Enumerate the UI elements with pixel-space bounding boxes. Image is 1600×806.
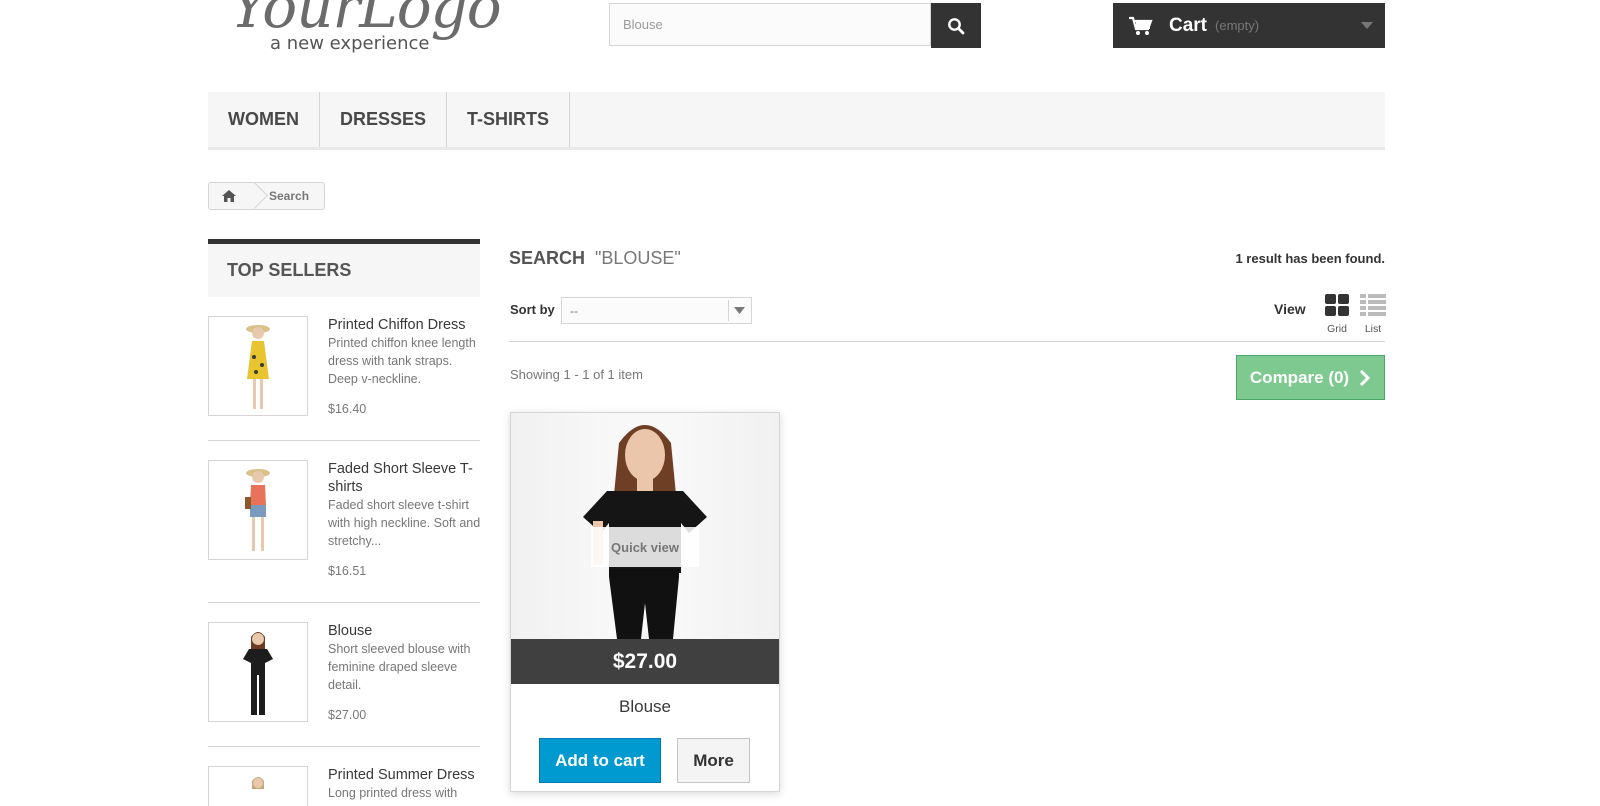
result-count: 1 result has been found.	[1235, 251, 1385, 266]
page-title: Search "Blouse"	[509, 248, 681, 269]
top-seller-name[interactable]: Printed Chiffon Dress	[328, 316, 483, 334]
search-input[interactable]	[609, 3, 931, 46]
sort-select-value: --	[570, 303, 578, 318]
chevron-down-icon	[728, 300, 749, 321]
product-thumbnail[interactable]	[208, 460, 308, 560]
menu-item-women[interactable]: Women	[208, 92, 320, 147]
sort-select[interactable]: --	[561, 297, 752, 324]
add-to-cart-button[interactable]: Add to cart	[539, 738, 661, 783]
top-seller-price: $16.40	[328, 402, 367, 416]
menu-item-tshirts[interactable]: T-shirts	[447, 92, 571, 147]
product-card: Quick view $27.00 Blouse Add to cart Mor…	[510, 412, 780, 792]
showing-count: Showing 1 - 1 of 1 item	[510, 367, 643, 382]
dress-figure-image	[252, 777, 264, 789]
home-icon	[222, 190, 236, 202]
view-label: View	[1274, 301, 1306, 317]
view-grid-label: Grid	[1327, 323, 1347, 335]
top-sellers-title[interactable]: Top sellers	[208, 239, 480, 297]
search-term: "Blouse"	[595, 248, 681, 268]
top-seller-price: $27.00	[328, 708, 367, 722]
cart-block[interactable]: Cart (empty)	[1113, 3, 1385, 48]
main-menu: Women Dresses T-shirts	[208, 92, 1385, 150]
top-seller-description: Short sleeved blouse with feminine drape…	[328, 642, 471, 692]
top-seller-item: Blouse Short sleeved blouse with feminin…	[208, 622, 480, 747]
chevron-right-icon	[1360, 369, 1371, 386]
chevron-down-icon	[1361, 22, 1373, 29]
view-list-button[interactable]: List	[1358, 294, 1388, 335]
cart-quantity: (empty)	[1215, 18, 1260, 33]
top-seller-name[interactable]: Printed Summer Dress	[328, 766, 483, 784]
blouse-figure-image	[243, 632, 273, 715]
site-logo[interactable]: YourLogo a new experience	[230, 0, 520, 58]
list-icon	[1360, 294, 1386, 316]
top-seller-description: Faded short sleeve t-shirt with high nec…	[328, 498, 481, 548]
view-grid-button[interactable]: Grid	[1322, 294, 1352, 335]
top-seller-item: Printed Chiffon Dress Printed chiffon kn…	[208, 316, 480, 441]
product-image[interactable]: Quick view	[511, 413, 779, 639]
search-icon	[948, 17, 965, 34]
top-seller-item: Faded Short Sleeve T-shirts Faded short …	[208, 460, 480, 603]
breadcrumb-separator	[249, 183, 263, 209]
compare-button[interactable]: Compare (0)	[1236, 355, 1385, 400]
blouse-model-image	[583, 425, 707, 639]
top-seller-name[interactable]: Faded Short Sleeve T-shirts	[328, 460, 483, 496]
dress-figure-image	[246, 325, 270, 409]
cart-label: Cart	[1169, 14, 1208, 36]
product-price: $27.00	[511, 639, 779, 684]
compare-label: Compare (0)	[1249, 367, 1350, 387]
top-seller-description: Printed chiffon knee length dress with t…	[328, 336, 476, 386]
logo-text: YourLogo	[230, 0, 502, 41]
top-seller-description: Long printed dress with	[328, 786, 458, 800]
breadcrumb: Search	[208, 182, 325, 210]
view-list-label: List	[1364, 323, 1382, 335]
product-thumbnail[interactable]	[208, 766, 308, 806]
top-seller-price: $16.51	[328, 564, 367, 578]
more-button[interactable]: More	[677, 738, 750, 783]
page-title-label: Search	[509, 248, 586, 268]
quick-view-button[interactable]: Quick view	[591, 527, 699, 567]
product-thumbnail[interactable]	[208, 622, 308, 722]
grid-icon	[1325, 294, 1349, 316]
product-thumbnail[interactable]	[208, 316, 308, 416]
top-seller-item: Printed Summer Dress Long printed dress …	[208, 766, 480, 806]
cart-icon	[1129, 16, 1153, 35]
menu-item-dresses[interactable]: Dresses	[320, 92, 448, 147]
search-button[interactable]	[931, 3, 981, 48]
sort-label: Sort by	[510, 302, 555, 317]
product-name[interactable]: Blouse	[511, 697, 779, 717]
logo-tagline: a new experience	[270, 33, 430, 54]
divider	[509, 341, 1385, 342]
tshirt-figure-image	[245, 469, 270, 551]
top-seller-name[interactable]: Blouse	[328, 622, 483, 640]
breadcrumb-current: Search	[269, 189, 310, 203]
